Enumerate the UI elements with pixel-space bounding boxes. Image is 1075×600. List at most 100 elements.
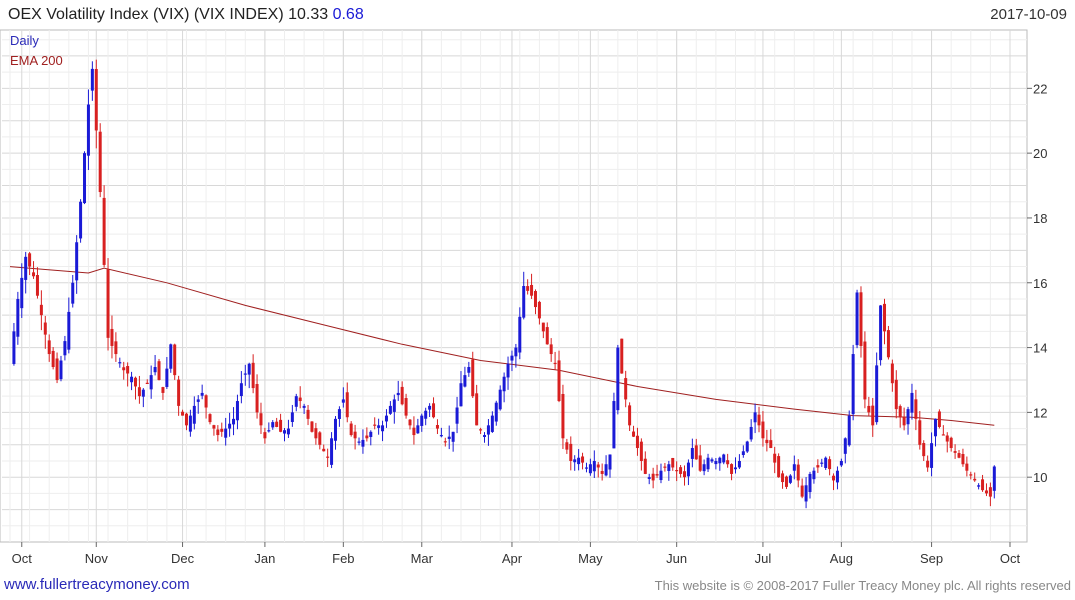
candle-body [424, 410, 428, 419]
candle-body [926, 460, 930, 468]
candle-body [432, 403, 436, 418]
candle-body [584, 467, 588, 469]
candle-body [871, 405, 875, 426]
candle-body [59, 360, 63, 380]
candle-body [283, 430, 287, 434]
candle-body [753, 412, 757, 423]
candle-body [608, 454, 612, 470]
candle-body [157, 361, 161, 380]
candle-body [514, 347, 518, 357]
candle-body [784, 476, 788, 487]
site-link[interactable]: www.fullertreacymoney.com [4, 576, 190, 593]
candle-body [471, 359, 475, 397]
candle-body [526, 286, 530, 291]
candle-body [220, 428, 224, 432]
candle-body [561, 393, 565, 439]
candle-body [55, 358, 59, 380]
x-tick-label: Apr [502, 551, 523, 566]
candle-body [522, 286, 526, 318]
candle-body [110, 328, 114, 346]
candle-body [632, 431, 636, 437]
candle-body [675, 470, 679, 472]
candle-body [12, 331, 16, 364]
candle-body [702, 464, 706, 472]
candle-body [961, 453, 965, 465]
candle-body [149, 375, 153, 390]
candle-body [581, 456, 585, 463]
candle-body [545, 327, 549, 345]
candle-body [161, 387, 165, 393]
candle-body [659, 470, 663, 481]
candle-body [741, 451, 745, 456]
candle-body [757, 414, 761, 426]
candle-body [918, 420, 922, 445]
candle-body [765, 439, 769, 444]
candle-body [596, 464, 600, 468]
candle-body [126, 366, 130, 374]
candle-body [298, 397, 302, 402]
x-tick-label: Sep [920, 551, 943, 566]
candle-body [510, 355, 514, 361]
candle-body [86, 104, 90, 156]
candle-body [537, 301, 541, 319]
candle-body [181, 411, 185, 416]
candle-body [141, 389, 145, 397]
candle-body [247, 363, 251, 375]
candle-body [90, 68, 94, 91]
candle-body [263, 432, 267, 439]
candle-body [718, 457, 722, 464]
candle-body [475, 393, 479, 426]
candle-body [35, 275, 39, 296]
candle-body [671, 457, 675, 468]
candle-body [894, 379, 898, 410]
candle-body [279, 419, 283, 432]
candle-body [788, 475, 792, 483]
candle-body [933, 418, 937, 437]
candle-body [16, 298, 20, 337]
candle-body [977, 485, 981, 487]
candle-body [212, 425, 216, 429]
candle-body [714, 460, 718, 465]
candle-body [663, 466, 667, 468]
y-tick-label: 16 [1033, 276, 1047, 291]
candle-body [824, 457, 828, 468]
candle-body [941, 434, 945, 436]
x-tick-label: Jul [755, 551, 772, 566]
candle-body [259, 413, 263, 426]
y-tick-label: 12 [1033, 405, 1047, 420]
candle-body [886, 330, 890, 358]
candle-body [39, 304, 43, 316]
y-tick-label: 14 [1033, 341, 1047, 356]
candle-body [381, 425, 385, 432]
x-tick-label: Mar [411, 551, 434, 566]
candle-body [345, 392, 349, 418]
candle-body [506, 363, 510, 378]
candle-body [106, 269, 110, 338]
candle-body [722, 454, 726, 463]
candle-body [353, 431, 357, 439]
candle-body [369, 431, 373, 437]
candle-body [357, 441, 361, 443]
candle-body [839, 460, 843, 466]
y-tick-label: 22 [1033, 81, 1047, 96]
candle-body [365, 435, 369, 439]
candle-body [145, 382, 149, 384]
candle-body [651, 473, 655, 481]
candle-body [239, 383, 243, 397]
candle-body [443, 441, 447, 443]
candle-body [867, 405, 871, 413]
candle-body [855, 292, 859, 346]
candle-body [479, 429, 483, 431]
x-axis: Oct Nov Dec Jan Feb Mar Apr May Jun Jul Aug Sep Oct [12, 542, 1020, 566]
candle-body [373, 424, 377, 426]
candle-body [416, 425, 420, 434]
candle-body [616, 347, 620, 411]
candle-body [690, 448, 694, 459]
candle-body [28, 253, 32, 267]
candle-body [969, 474, 973, 476]
candle-body [165, 368, 169, 387]
candle-body [828, 459, 832, 470]
candle-body [930, 443, 934, 468]
candle-body [388, 405, 392, 414]
candle-body [726, 460, 730, 465]
